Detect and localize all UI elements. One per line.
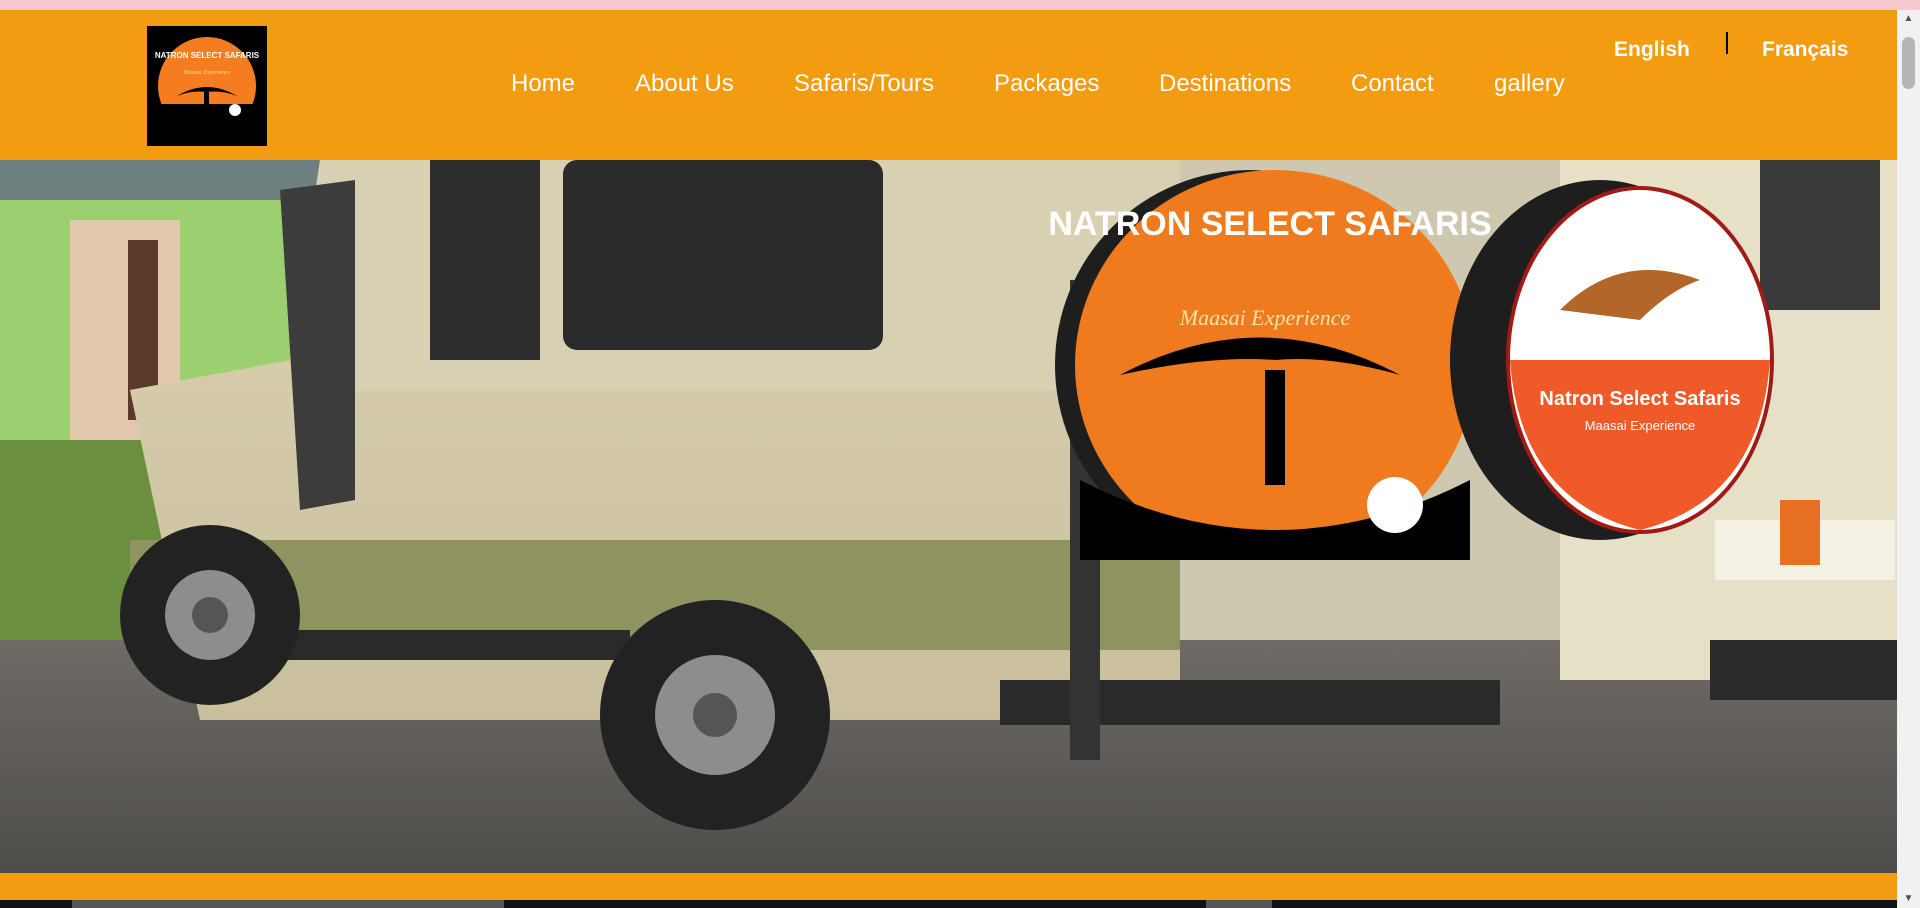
safari-vehicle-photo: NATRON SELECT SAFARIS Maasai Experience … [0, 160, 1897, 873]
nav-item-safaris-tours[interactable]: Safaris/Tours [794, 70, 934, 98]
language-english-link[interactable]: English [1614, 38, 1690, 62]
language-french-link[interactable]: Français [1762, 38, 1848, 62]
language-divider [1726, 32, 1728, 54]
scroll-up-arrow-icon[interactable]: ▲ [1897, 10, 1920, 28]
scrollbar-thumb[interactable] [1902, 37, 1915, 89]
nav-item-packages[interactable]: Packages [994, 70, 1099, 98]
tire-cover-left-title: NATRON SELECT SAFARIS [1048, 205, 1491, 243]
tire-cover-right-subtitle: Maasai Experience [1585, 418, 1696, 433]
scroll-down-arrow-icon[interactable]: ▼ [1897, 890, 1920, 908]
nav-item-destinations[interactable]: Destinations [1159, 70, 1291, 98]
orange-footer-bar [0, 873, 1897, 900]
browser-top-stripe [0, 0, 1920, 10]
next-section-strip [0, 900, 1897, 908]
nav-item-gallery[interactable]: gallery [1494, 70, 1565, 98]
logo-title: NATRON SELECT SAFARIS [155, 51, 260, 60]
site-header: NATRON SELECT SAFARIS Maasai Experience … [0, 10, 1897, 160]
nav-item-about-us[interactable]: About Us [635, 70, 734, 98]
hero-image: NATRON SELECT SAFARIS Maasai Experience … [0, 160, 1897, 873]
strip-segment [72, 900, 504, 908]
tire-cover-left-subtitle: Maasai Experience [1179, 305, 1351, 330]
tire-cover-right-title: Natron Select Safaris [1539, 388, 1740, 410]
main-nav: Home About Us Safaris/Tours Packages Des… [0, 70, 1600, 120]
nav-item-contact[interactable]: Contact [1351, 70, 1434, 98]
nav-item-home[interactable]: Home [511, 70, 575, 98]
page-scrollbar[interactable]: ▲ ▼ [1897, 10, 1920, 908]
strip-segment [1206, 900, 1272, 908]
